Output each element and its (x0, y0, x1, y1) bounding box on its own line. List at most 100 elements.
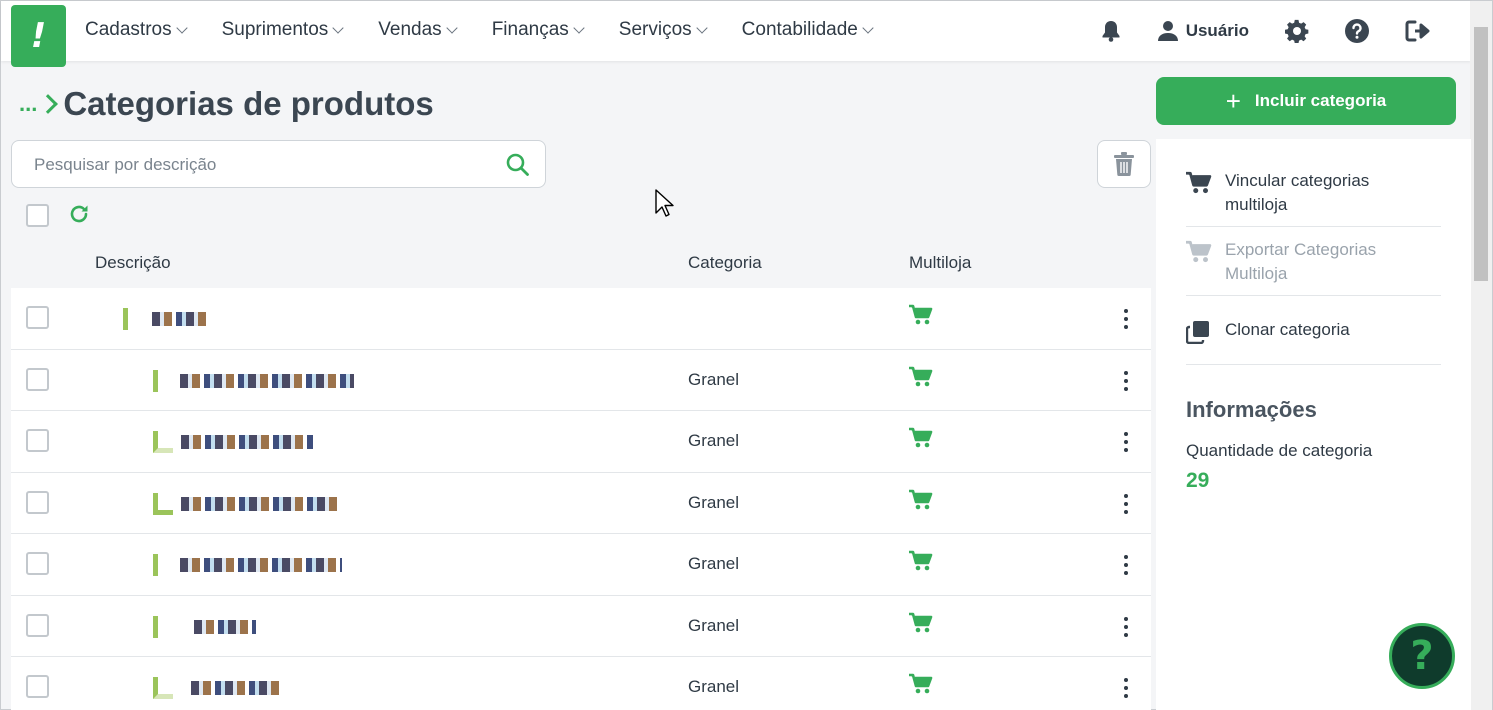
table-row[interactable]: Granel (11, 595, 1151, 657)
scrollbar-thumb[interactable] (1474, 27, 1488, 281)
settings-button[interactable] (1285, 19, 1309, 43)
select-all-checkbox[interactable] (26, 204, 49, 227)
column-header-description[interactable]: Descrição (95, 253, 171, 273)
kebab-dot (1124, 501, 1128, 506)
menu-item-contabilidade[interactable]: Contabilidade (742, 19, 874, 41)
categories-table: Granel Granel Granel Granel Granel Grane… (11, 288, 1151, 710)
row-multistore[interactable] (909, 673, 933, 700)
info-section-title: Informações (1186, 397, 1317, 422)
category-count-value: 29 (1186, 469, 1210, 492)
kebab-dot (1124, 440, 1128, 444)
row-checkbox[interactable] (26, 490, 49, 514)
top-navigation-bar: ! Cadastros Suprimentos Vendas Finanças … (1, 1, 1471, 67)
clone-icon (1185, 320, 1212, 349)
chevron-down-icon (446, 22, 458, 34)
table-row[interactable]: Granel (11, 411, 1151, 473)
table-row[interactable]: Granel (11, 472, 1151, 534)
row-actions-menu[interactable] (1115, 614, 1137, 640)
help-button[interactable] (1345, 19, 1369, 43)
logout-button[interactable] (1405, 20, 1431, 42)
menu-item-servicos[interactable]: Serviços (619, 19, 708, 41)
page-title: Categorias de produtos (63, 85, 434, 122)
tree-line (153, 492, 173, 515)
row-checkbox[interactable] (26, 306, 49, 329)
kebab-dot (1124, 432, 1128, 436)
tree-line (123, 308, 128, 330)
row-checkbox[interactable] (26, 675, 49, 698)
row-description (153, 429, 313, 455)
tree-line (153, 615, 158, 638)
chevron-right-icon (38, 94, 59, 114)
kebab-dot (1124, 624, 1128, 629)
breadcrumb-ellipsis[interactable]: ... (19, 91, 37, 117)
row-actions-menu[interactable] (1115, 552, 1137, 578)
breadcrumb: ... Categorias de produtos (19, 85, 434, 123)
redacted-text (191, 681, 283, 695)
kebab-dot (1124, 555, 1128, 559)
row-multistore[interactable] (909, 550, 933, 577)
kebab-dot (1124, 678, 1128, 682)
clone-category-action[interactable]: Clonar categoria (1185, 318, 1441, 349)
refresh-button[interactable] (68, 203, 90, 230)
search-button[interactable] (506, 153, 529, 181)
top-icons: Usuário (1064, 15, 1431, 47)
kebab-dot (1124, 632, 1128, 637)
kebab-dot (1124, 509, 1128, 514)
row-multistore[interactable] (909, 427, 933, 454)
kebab-dot (1124, 563, 1128, 567)
chevron-down-icon (695, 22, 708, 34)
search-input[interactable] (34, 153, 494, 177)
export-multistore-categories-action: Exportar Categorias Multiloja (1186, 238, 1441, 286)
add-category-button[interactable]: + Incluir categoria (1156, 77, 1456, 125)
user-name: Usuário (1185, 21, 1249, 40)
cart-icon (909, 550, 933, 571)
cart-icon (909, 673, 933, 694)
gear-icon (1285, 19, 1309, 43)
column-header-multistore[interactable]: Multiloja (909, 253, 971, 273)
row-actions-menu[interactable] (1115, 368, 1137, 394)
logout-icon (1405, 20, 1430, 42)
page-scrollbar[interactable] (1470, 1, 1492, 710)
menu-item-suprimentos[interactable]: Suprimentos (222, 19, 344, 41)
row-multistore[interactable] (909, 304, 933, 331)
row-multistore[interactable] (909, 366, 933, 393)
redacted-text (180, 558, 342, 572)
table-row[interactable]: Granel (11, 349, 1151, 411)
help-chat-button[interactable]: ? (1389, 623, 1455, 689)
cart-icon (909, 304, 933, 325)
chevron-down-icon (332, 22, 344, 34)
delete-button[interactable] (1097, 140, 1151, 188)
column-header-category[interactable]: Categoria (688, 253, 762, 273)
link-multistore-categories-action[interactable]: Vincular categorias multiloja (1186, 169, 1441, 217)
chevron-down-icon (175, 22, 188, 34)
row-checkbox[interactable] (26, 613, 49, 637)
row-checkbox[interactable] (26, 367, 49, 391)
cart-icon (909, 612, 933, 632)
row-description (153, 552, 342, 578)
table-row[interactable] (11, 288, 1151, 350)
user-menu[interactable]: Usuário (1157, 20, 1249, 42)
menu-item-cadastros[interactable]: Cadastros (85, 19, 188, 41)
user-icon (1157, 21, 1178, 41)
row-actions-menu[interactable] (1115, 675, 1137, 701)
menu-item-vendas[interactable]: Vendas (378, 19, 458, 41)
row-actions-menu[interactable] (1115, 429, 1137, 455)
app-logo[interactable]: ! (11, 5, 66, 67)
table-row[interactable]: Granel (11, 657, 1151, 710)
notifications-button[interactable] (1100, 19, 1122, 43)
row-multistore[interactable] (909, 489, 933, 516)
menu-item-financas[interactable]: Finanças (492, 19, 585, 41)
row-checkbox[interactable] (26, 429, 49, 452)
row-category: Granel (688, 431, 740, 450)
divider (1186, 295, 1441, 296)
chevron-down-icon (862, 22, 874, 34)
main-menu: Cadastros Suprimentos Vendas Finanças Se… (85, 19, 908, 41)
cart-icon (909, 489, 933, 509)
row-checkbox[interactable] (26, 552, 49, 575)
row-multistore[interactable] (909, 612, 933, 639)
row-actions-menu[interactable] (1115, 306, 1137, 332)
row-actions-menu[interactable] (1115, 491, 1137, 517)
table-row[interactable]: Granel (11, 534, 1151, 596)
tree-line (153, 431, 173, 453)
cart-icon (1186, 171, 1212, 200)
